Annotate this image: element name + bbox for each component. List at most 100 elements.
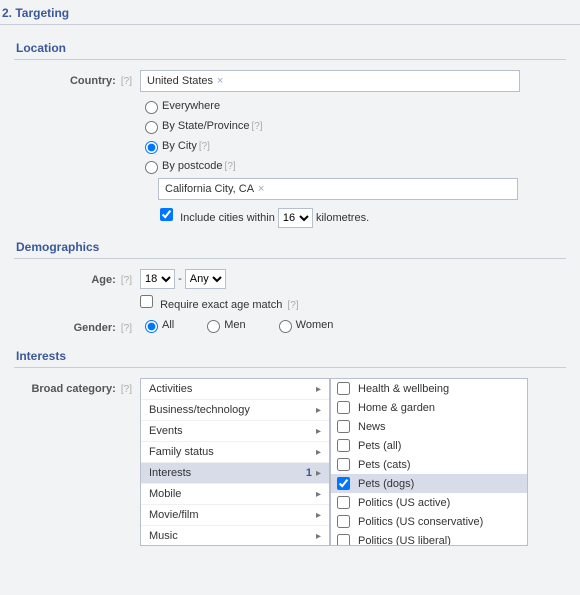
country-token-label: United States [147, 75, 213, 87]
country-label: Country: [70, 75, 116, 87]
list-item[interactable]: Activities ▸ [141, 379, 329, 400]
section-targeting-header: 2. Targeting [0, 0, 580, 25]
check-item[interactable]: Politics (US conservative) [331, 512, 527, 531]
check-item-label: Politics (US liberal) [358, 535, 451, 547]
include-cities-checkbox[interactable] [160, 208, 173, 221]
list-item[interactable]: Music ▸ [141, 526, 329, 546]
help-icon[interactable]: [?] [251, 121, 262, 132]
exact-age-checkbox[interactable] [140, 295, 153, 308]
check-item[interactable]: Pets (all) [331, 436, 527, 455]
age-to-select[interactable]: Any [185, 269, 226, 289]
sub-checkbox[interactable] [337, 420, 350, 433]
close-icon[interactable]: × [217, 76, 223, 87]
gender-men-option[interactable]: Men [202, 317, 245, 333]
sub-checkbox[interactable] [337, 458, 350, 471]
subsection-location-header: Location [14, 35, 566, 60]
check-item[interactable]: Pets (cats) [331, 455, 527, 474]
list-item[interactable]: Interests1▸ [141, 463, 329, 484]
gender-all-label: All [162, 319, 174, 331]
include-before-label: Include cities within [180, 212, 275, 224]
gender-men-label: Men [224, 319, 245, 331]
radius-select[interactable]: 16 [278, 208, 313, 228]
check-item[interactable]: Politics (US active) [331, 493, 527, 512]
category-list[interactable]: Activities ▸ Business/technology ▸ Events ▸… [140, 378, 330, 546]
list-item[interactable]: Movie/film ▸ [141, 505, 329, 526]
chevron-right-icon: ▸ [316, 405, 321, 416]
gender-women-option[interactable]: Women [274, 317, 334, 333]
sub-checkbox[interactable] [337, 382, 350, 395]
sub-checkbox[interactable] [337, 534, 350, 546]
scope-everywhere-label: Everywhere [162, 100, 220, 112]
check-item[interactable]: Politics (US liberal) [331, 531, 527, 546]
check-item-label: Politics (US active) [358, 497, 450, 509]
help-icon[interactable]: [?] [121, 76, 132, 87]
help-icon[interactable]: [?] [225, 161, 236, 172]
list-item-label: Mobile [149, 488, 181, 500]
country-token[interactable]: United States × [147, 75, 223, 87]
scope-postcode-radio[interactable] [145, 161, 158, 174]
gender-women-label: Women [296, 319, 334, 331]
chevron-right-icon: ▸ [316, 384, 321, 395]
scope-city-radio[interactable] [145, 141, 158, 154]
chevron-right-icon: ▸ [316, 531, 321, 542]
sub-checkbox[interactable] [337, 439, 350, 452]
city-token[interactable]: California City, CA × [165, 183, 264, 195]
city-input[interactable]: California City, CA × [158, 178, 518, 200]
help-icon[interactable]: [?] [199, 141, 210, 152]
list-item-label: Activities [149, 383, 192, 395]
chevron-right-icon: ▸ [316, 447, 321, 458]
age-label: Age: [91, 274, 115, 286]
age-dash: - [178, 273, 182, 285]
scope-everywhere-radio[interactable] [145, 101, 158, 114]
scope-state-radio[interactable] [145, 121, 158, 134]
chevron-right-icon: ▸ [316, 426, 321, 437]
chevron-right-icon: ▸ [316, 468, 321, 479]
check-item[interactable]: Health & wellbeing [331, 379, 527, 398]
list-item-label: Music [149, 530, 178, 542]
chevron-right-icon: ▸ [316, 510, 321, 521]
check-item-label: Pets (dogs) [358, 478, 414, 490]
exact-age-label: Require exact age match [160, 299, 282, 311]
check-item-label: News [358, 421, 386, 433]
list-item[interactable]: Events ▸ [141, 421, 329, 442]
gender-all-radio[interactable] [145, 320, 158, 333]
country-input[interactable]: United States × [140, 70, 520, 92]
sub-checkbox[interactable] [337, 496, 350, 509]
sub-checkbox[interactable] [337, 477, 350, 490]
subsection-demographics-header: Demographics [14, 234, 566, 259]
help-icon[interactable]: [?] [121, 384, 132, 395]
gender-men-radio[interactable] [207, 320, 220, 333]
gender-women-radio[interactable] [279, 320, 292, 333]
list-item-label: Events [149, 425, 183, 437]
check-item-label: Health & wellbeing [358, 383, 449, 395]
close-icon[interactable]: × [258, 184, 264, 195]
help-icon[interactable]: [?] [121, 275, 132, 286]
list-item[interactable]: Business/technology ▸ [141, 400, 329, 421]
gender-label: Gender: [74, 322, 116, 334]
subsection-interests-header: Interests [14, 343, 566, 368]
subcategory-list[interactable]: Health & wellbeing Home & garden News Pe… [330, 378, 528, 546]
count-badge: 1 [306, 467, 312, 479]
list-item[interactable]: Mobile ▸ [141, 484, 329, 505]
list-item-label: Movie/film [149, 509, 199, 521]
check-item-label: Pets (all) [358, 440, 401, 452]
city-token-label: California City, CA [165, 183, 254, 195]
list-item-label: Family status [149, 446, 214, 458]
list-item[interactable]: Family status ▸ [141, 442, 329, 463]
check-item[interactable]: Pets (dogs) [331, 474, 527, 493]
check-item-label: Home & garden [358, 402, 435, 414]
list-item-label: Business/technology [149, 404, 250, 416]
broad-category-label: Broad category: [31, 383, 115, 395]
sub-checkbox[interactable] [337, 401, 350, 414]
check-item[interactable]: News [331, 417, 527, 436]
check-item-label: Politics (US conservative) [358, 516, 483, 528]
gender-all-option[interactable]: All [140, 317, 174, 333]
age-from-select[interactable]: 18 [140, 269, 175, 289]
scope-city-label: By City [162, 140, 197, 152]
check-item-label: Pets (cats) [358, 459, 411, 471]
chevron-right-icon: ▸ [316, 489, 321, 500]
help-icon[interactable]: [?] [287, 300, 298, 311]
sub-checkbox[interactable] [337, 515, 350, 528]
check-item[interactable]: Home & garden [331, 398, 527, 417]
help-icon[interactable]: [?] [121, 323, 132, 334]
